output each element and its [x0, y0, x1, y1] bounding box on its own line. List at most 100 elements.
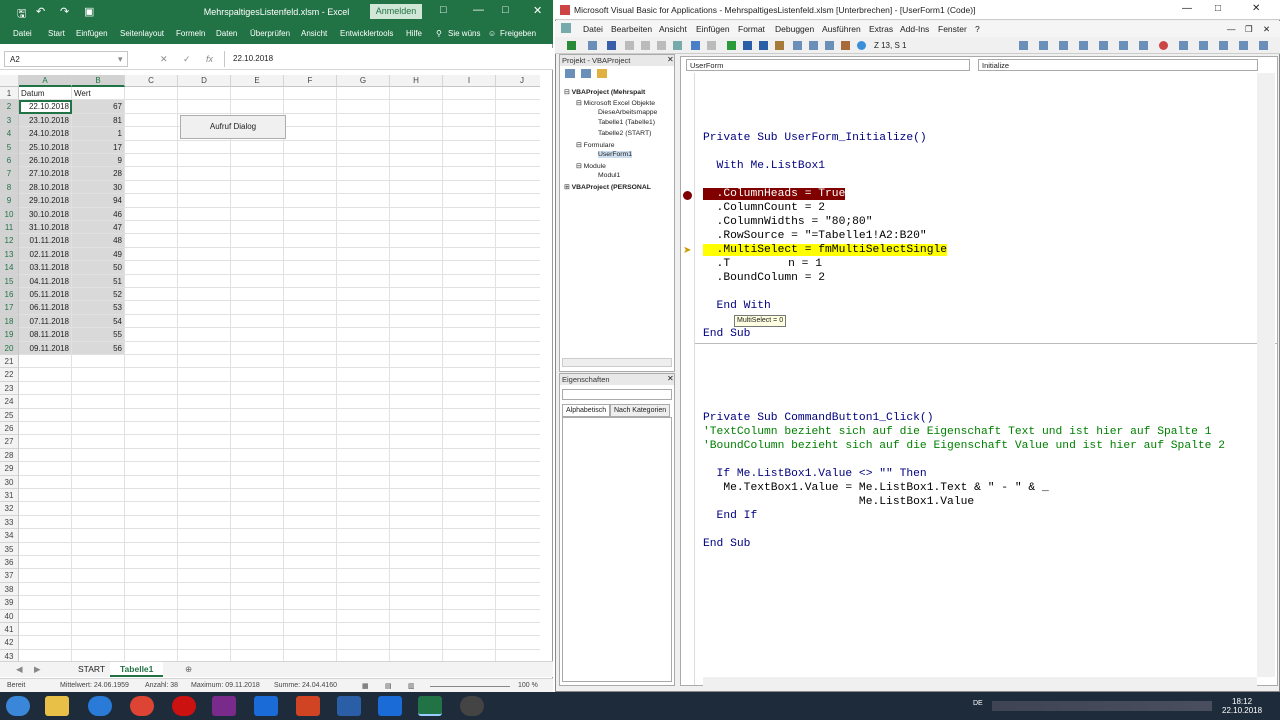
cell-wert[interactable]: 49: [72, 247, 125, 262]
cell[interactable]: [390, 221, 443, 235]
cell[interactable]: [125, 489, 178, 503]
cell[interactable]: [390, 167, 443, 181]
cell[interactable]: [125, 408, 178, 422]
cell[interactable]: [337, 100, 390, 114]
cell[interactable]: [496, 127, 540, 141]
cell[interactable]: [284, 301, 337, 315]
column-header[interactable]: D: [178, 75, 231, 87]
cell[interactable]: [390, 435, 443, 449]
row-header[interactable]: 16: [0, 288, 19, 302]
menu-bearbeiten[interactable]: Bearbeiten: [611, 24, 652, 34]
toggle-folders-icon[interactable]: [597, 69, 607, 78]
cell-datum[interactable]: 01.11.2018: [19, 234, 72, 248]
cell[interactable]: [19, 636, 72, 650]
cell[interactable]: [443, 556, 496, 570]
cell[interactable]: [337, 127, 390, 141]
cell[interactable]: [443, 489, 496, 503]
cell[interactable]: [178, 355, 231, 369]
row-header[interactable]: 5: [0, 140, 19, 154]
cell[interactable]: [125, 355, 178, 369]
cell[interactable]: [390, 582, 443, 597]
cell[interactable]: [443, 341, 496, 355]
code-vscroll[interactable]: [1257, 73, 1275, 677]
cell-wert[interactable]: 94: [72, 194, 125, 208]
cell[interactable]: [125, 582, 178, 597]
cell[interactable]: [72, 529, 125, 543]
tab-seitenlayout[interactable]: Seitenlayout: [120, 29, 164, 38]
row-header[interactable]: 40: [0, 609, 19, 623]
cell[interactable]: [284, 596, 337, 610]
cell[interactable]: [231, 489, 284, 503]
search-icon[interactable]: ⚲: [436, 29, 442, 38]
cell[interactable]: [178, 247, 231, 262]
cell[interactable]: [496, 569, 540, 583]
cell[interactable]: [125, 207, 178, 221]
cell[interactable]: [390, 489, 443, 503]
cell[interactable]: [125, 502, 178, 516]
cell[interactable]: [284, 542, 337, 556]
cell[interactable]: [443, 569, 496, 583]
cell[interactable]: [443, 462, 496, 476]
cell[interactable]: [178, 368, 231, 382]
cell[interactable]: [443, 435, 496, 449]
cell[interactable]: [337, 301, 390, 315]
column-header[interactable]: B: [72, 75, 125, 87]
cell[interactable]: [496, 234, 540, 248]
uncomment-block-icon[interactable]: [1199, 41, 1208, 50]
clock[interactable]: 18:12 22.10.2018: [1222, 697, 1262, 715]
cell[interactable]: [231, 381, 284, 396]
cell[interactable]: [496, 583, 540, 597]
list-properties-icon[interactable]: [1019, 41, 1028, 50]
menu-format[interactable]: Format: [738, 24, 765, 34]
cell[interactable]: [125, 395, 178, 409]
cell[interactable]: [72, 422, 125, 436]
cell[interactable]: [125, 529, 178, 543]
cell[interactable]: [284, 261, 337, 275]
row-header[interactable]: 25: [0, 408, 19, 422]
tree-item-workbook[interactable]: DieseArbeitsmappe: [598, 109, 657, 116]
cell[interactable]: [231, 515, 284, 530]
tree-item-modul1[interactable]: Modul1: [598, 172, 620, 179]
row-header[interactable]: 33: [0, 515, 19, 530]
cell[interactable]: [496, 194, 540, 208]
cell[interactable]: [231, 368, 284, 382]
cell[interactable]: [390, 569, 443, 583]
cell-wert[interactable]: 46: [72, 207, 125, 221]
cell[interactable]: [284, 408, 337, 422]
cell[interactable]: [390, 368, 443, 382]
help-icon[interactable]: [857, 41, 866, 50]
cell-datum[interactable]: 02.11.2018: [19, 247, 72, 262]
cell-wert[interactable]: 51: [72, 274, 125, 288]
cell[interactable]: [390, 381, 443, 396]
cell[interactable]: [496, 288, 540, 302]
cell-wert[interactable]: 48: [72, 234, 125, 248]
code-line[interactable]: End Sub: [703, 328, 750, 340]
cell[interactable]: [390, 609, 443, 623]
row-header[interactable]: 24: [0, 395, 19, 409]
normal-view-icon[interactable]: ▦: [362, 682, 369, 690]
cell[interactable]: [284, 180, 337, 195]
cell[interactable]: [125, 609, 178, 623]
toolbox-icon[interactable]: [841, 41, 850, 50]
cell[interactable]: [231, 435, 284, 449]
cell[interactable]: [443, 194, 496, 208]
cell[interactable]: [178, 234, 231, 248]
cell[interactable]: [390, 422, 443, 436]
cell[interactable]: [19, 542, 72, 556]
cell[interactable]: [496, 167, 540, 181]
cell[interactable]: [125, 422, 178, 436]
cell[interactable]: [284, 502, 337, 516]
row-header[interactable]: 36: [0, 556, 19, 570]
cell[interactable]: [337, 609, 390, 623]
cell[interactable]: [496, 368, 540, 382]
row-header[interactable]: 41: [0, 623, 19, 637]
tray-icons[interactable]: [992, 701, 1212, 711]
cell[interactable]: [337, 113, 390, 128]
cell[interactable]: [72, 489, 125, 503]
cell[interactable]: [231, 328, 284, 342]
cell[interactable]: [337, 274, 390, 288]
outlook-icon[interactable]: [254, 696, 278, 716]
cell[interactable]: [496, 476, 540, 489]
cell[interactable]: [72, 556, 125, 570]
cell[interactable]: [284, 515, 337, 530]
